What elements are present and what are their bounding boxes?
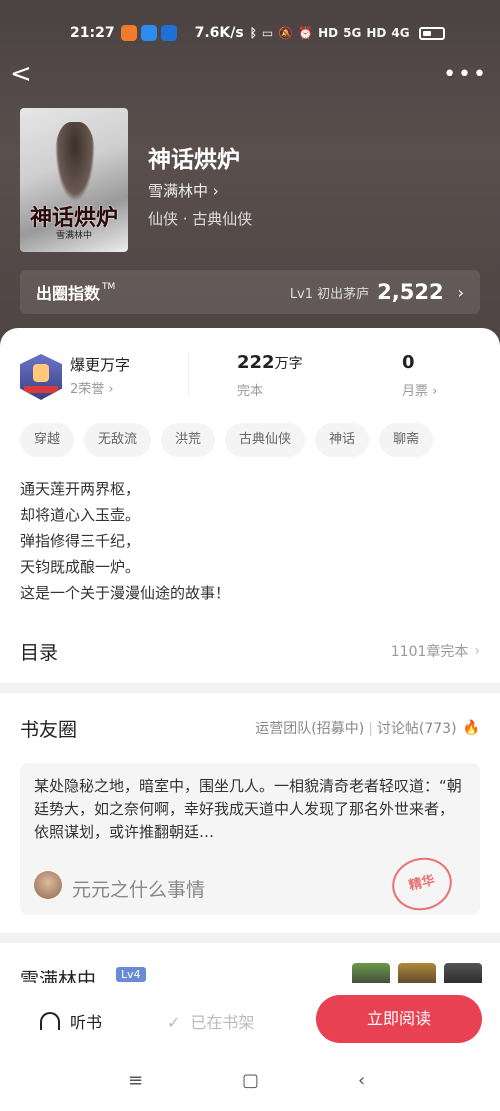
app-notification-icon	[140, 25, 157, 41]
circle-title: 书友圈	[20, 718, 78, 741]
table-of-contents-row[interactable]: 目录 1101章完本 ›	[20, 636, 480, 666]
tag-chip[interactable]: 洪荒	[161, 423, 216, 457]
tag-chip[interactable]: 聊斋	[379, 423, 434, 457]
bluetooth-icon: ᛒ	[249, 26, 257, 40]
check-icon: ✓	[167, 1013, 181, 1032]
bottom-action-bar: 听书 ✓ 已在书架 立即阅读	[0, 983, 500, 1058]
divider	[188, 352, 189, 396]
ops-team-link[interactable]: 运营团队(招募中)	[255, 721, 364, 737]
menu-icon[interactable]: ≡	[128, 1070, 143, 1091]
tag-chip[interactable]: 穿越	[20, 423, 75, 457]
other-book-thumbnail[interactable]	[398, 963, 436, 983]
battery-icon	[418, 26, 445, 40]
word-count: 222万字	[237, 352, 303, 373]
divider: |	[368, 721, 373, 737]
system-nav-bar: ≡ ▢ ‹	[0, 1058, 500, 1111]
chevron-right-icon: ›	[212, 182, 219, 200]
on-shelf-label: 已在书架	[190, 1013, 255, 1032]
monthly-tickets-label: 月票	[402, 384, 429, 399]
intro-line: 通天莲开两界枢，	[20, 480, 141, 498]
network-speed: 7.6K/s	[194, 25, 244, 41]
popularity-index-bar[interactable]: 出圈指数 TM Lv1 初出茅庐 2,522 ›	[20, 270, 480, 314]
discussion-posts-link[interactable]: 讨论帖(773)	[377, 721, 457, 737]
app-notification-icon	[120, 25, 137, 41]
honors-link[interactable]: 2荣誉 ›	[70, 378, 114, 397]
monthly-tickets-link[interactable]: 月票 ›	[402, 380, 437, 399]
author-section-name: 雪满林中	[20, 969, 97, 983]
tag-chip[interactable]: 无敌流	[84, 423, 152, 457]
hd-icon: HD	[366, 26, 387, 40]
vibrate-icon: ▭	[261, 26, 274, 40]
honor-badge-icon[interactable]	[20, 354, 62, 400]
author-link[interactable]: 雪满林中 ›	[148, 180, 219, 201]
listen-button[interactable]: 听书	[40, 1009, 102, 1033]
chapter-count: 1101章完本	[390, 644, 469, 660]
intro-line: 却将道心入玉壶。	[20, 506, 141, 524]
app-notification-icon	[160, 25, 177, 41]
alarm-icon: ⏰	[298, 26, 314, 40]
chevron-right-icon: ›	[432, 384, 438, 399]
mute-icon: 🔕	[278, 26, 294, 40]
avatar	[34, 871, 62, 899]
status-bar: 21:27 7.6K/s ᛒ ▭ 🔕 ⏰ HD 5G HD 4G	[70, 22, 470, 44]
tag-chip[interactable]: 神话	[315, 423, 370, 457]
monthly-tickets-count: 0	[402, 352, 415, 373]
on-shelf-button[interactable]: ✓ 已在书架	[167, 1009, 254, 1033]
listen-label: 听书	[70, 1013, 103, 1032]
home-icon[interactable]: ▢	[242, 1070, 259, 1091]
fire-icon: 🔥	[462, 720, 480, 736]
book-detail-card: 爆更万字 2荣誉 › 222万字 完本 0 月票 › 穿越 无敌流 洪荒 古典仙…	[0, 328, 500, 683]
ribbon-icon	[24, 386, 58, 393]
toc-label: 目录	[20, 641, 59, 664]
cover-figure	[55, 122, 95, 202]
fist-icon	[33, 364, 49, 382]
back-button[interactable]: <	[10, 60, 34, 88]
trademark-mark: TM	[102, 282, 116, 292]
featured-post[interactable]: 某处隐秘之地，暗室中，围坐几人。一相貌清奇老者轻叹道：“朝廷势大，如之奈何啊，幸…	[20, 763, 480, 915]
other-book-thumbnail[interactable]	[444, 963, 482, 983]
headphones-icon	[40, 1012, 60, 1030]
signal-icon: 5G	[343, 26, 362, 40]
poster-name: 元元之什么事情	[72, 879, 206, 901]
reader-circle-section: 书友圈 运营团队(招募中) | 讨论帖(773) 🔥 某处隐秘之地，暗室中，围坐几人…	[0, 693, 500, 933]
author-name: 雪满林中	[148, 182, 209, 200]
status-time: 21:27	[70, 25, 115, 41]
book-title: 神话烘炉	[148, 147, 240, 173]
other-book-thumbnail[interactable]	[352, 963, 390, 983]
read-now-button[interactable]: 立即阅读	[316, 995, 482, 1043]
cover-author: 雪满林中	[55, 231, 92, 241]
index-level: Lv1 初出茅庐	[289, 286, 370, 302]
book-intro[interactable]: 通天莲开两界枢， 却将道心入玉壶。 弹指修得三千纪， 天钧既成酿一炉。 这是一个…	[20, 476, 230, 606]
honors-count: 2荣誉	[70, 382, 105, 397]
author-section-preview: 雪满林中 Lv4	[0, 943, 500, 983]
signal-icon: 4G	[391, 26, 410, 40]
author-level-badge: Lv4	[116, 967, 146, 982]
circle-header: 书友圈 运营团队(招募中) | 讨论帖(773) 🔥	[20, 713, 480, 743]
intro-line: 弹指修得三千纪，	[20, 532, 141, 550]
word-count-number: 222	[237, 352, 275, 373]
back-nav-icon[interactable]: ‹	[358, 1070, 365, 1091]
tag-list: 穿越 无敌流 洪荒 古典仙侠 神话 聊斋	[20, 423, 434, 457]
chevron-right-icon: ›	[474, 643, 480, 659]
circle-links: 运营团队(招募中) | 讨论帖(773)	[255, 718, 456, 738]
post-excerpt: 某处隐秘之地，暗室中，围坐几人。一相貌清奇老者轻叹道：“朝廷势大，如之奈何啊，幸…	[34, 777, 462, 841]
index-value: 2,522	[377, 280, 444, 304]
chevron-right-icon: ›	[457, 282, 464, 302]
stats-row: 爆更万字 2荣誉 › 222万字 完本 0 月票 ›	[0, 352, 500, 404]
featured-stamp-icon: 精华	[386, 851, 458, 915]
badge-title: 爆更万字	[70, 356, 131, 374]
book-cover[interactable]: 神话烘炉 雪满林中	[20, 108, 128, 252]
intro-line: 这是一个关于漫漫仙途的故事！	[20, 584, 231, 602]
word-count-unit: 万字	[274, 356, 303, 372]
hd-icon: HD	[318, 26, 339, 40]
chevron-right-icon: ›	[108, 382, 114, 397]
index-label: 出圈指数	[36, 284, 101, 303]
completion-status: 完本	[237, 384, 264, 399]
tag-chip[interactable]: 古典仙侠	[225, 423, 306, 457]
book-genre: 仙侠 · 古典仙侠	[148, 210, 253, 228]
book-header: 21:27 7.6K/s ᛒ ▭ 🔕 ⏰ HD 5G HD 4G < ••• 神…	[0, 0, 500, 345]
more-options-button[interactable]: •••	[443, 62, 488, 87]
intro-line: 天钧既成酿一炉。	[20, 558, 141, 576]
